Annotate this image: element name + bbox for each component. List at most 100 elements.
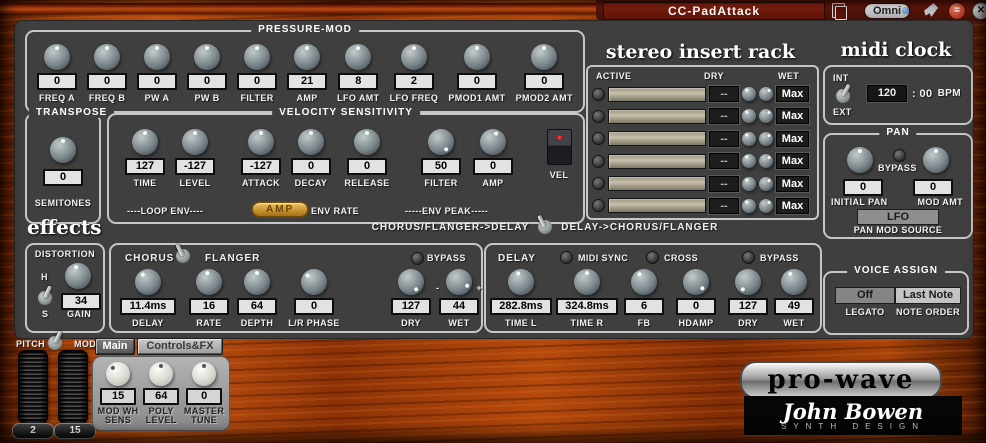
- vel-amp-knob[interactable]: [480, 129, 506, 155]
- rack-wet-knob-1[interactable]: [759, 87, 773, 101]
- initial-pan-knob[interactable]: [847, 147, 873, 173]
- lfo-amt-knob[interactable]: [345, 44, 372, 70]
- rack-slot-4[interactable]: [608, 153, 706, 169]
- rack-active-led-2[interactable]: [592, 109, 605, 123]
- delay-hdamp-knob[interactable]: [683, 269, 709, 295]
- pw-a-knob[interactable]: [144, 44, 171, 70]
- cross-led[interactable]: [646, 251, 659, 264]
- transpose-knob[interactable]: [50, 137, 76, 163]
- rack-dry-1[interactable]: --: [709, 86, 739, 102]
- rack-dry-2[interactable]: --: [709, 108, 739, 125]
- pitch-mod-toggle[interactable]: [47, 330, 63, 350]
- rack-dry-3[interactable]: --: [709, 130, 739, 147]
- rack-wet-knob-4[interactable]: [759, 154, 773, 169]
- delay-wet-knob[interactable]: [781, 269, 807, 295]
- mod-wh-sens-knob[interactable]: [106, 362, 131, 386]
- lfo-freq-knob[interactable]: [400, 44, 427, 70]
- tab-controls-fx[interactable]: Controls&FX: [137, 338, 223, 355]
- chorus-lrphase-knob[interactable]: [301, 269, 327, 295]
- chorus-flanger-toggle[interactable]: [175, 243, 191, 263]
- rack-slot-1[interactable]: [608, 86, 706, 102]
- chorus-depth-knob[interactable]: [244, 269, 270, 295]
- int-ext-toggle[interactable]: [835, 83, 851, 103]
- rack-slot-2[interactable]: [608, 108, 706, 124]
- rack-slot-5[interactable]: [608, 176, 706, 192]
- rack-active-led-4[interactable]: [592, 154, 605, 168]
- vel-time-knob[interactable]: [132, 129, 158, 155]
- bpm-value[interactable]: 120: [867, 85, 907, 102]
- note-order-display[interactable]: Last Note: [895, 287, 961, 304]
- rack-wet-3[interactable]: Max: [776, 130, 809, 147]
- pitch-range-display[interactable]: 2: [12, 423, 54, 439]
- patch-name-display[interactable]: CC-PadAttack: [603, 2, 825, 20]
- chorus-delay-knob[interactable]: [135, 269, 161, 295]
- rack-dry-6[interactable]: --: [709, 197, 739, 214]
- fx-routing-toggle[interactable]: [537, 214, 553, 234]
- rack-wet-knob-2[interactable]: [759, 109, 773, 124]
- tab-main[interactable]: Main: [95, 338, 135, 355]
- rack-dry-knob-1[interactable]: [742, 87, 756, 101]
- vel-filter-knob[interactable]: [428, 129, 454, 155]
- rack-wet-4[interactable]: Max: [776, 153, 809, 170]
- delay-timer-knob[interactable]: [574, 269, 600, 295]
- rack-wet-knob-6[interactable]: [759, 198, 773, 213]
- master-tune-knob[interactable]: [192, 362, 217, 386]
- rack-wet-knob-5[interactable]: [759, 176, 773, 191]
- rack-slot-3[interactable]: [608, 131, 706, 147]
- rack-dry-knob-3[interactable]: [742, 131, 756, 146]
- rack-dry-knob-6[interactable]: [742, 198, 756, 213]
- rack-active-led-3[interactable]: [592, 132, 605, 146]
- pin-icon[interactable]: [924, 3, 938, 17]
- chorus-dry-knob[interactable]: [398, 269, 424, 295]
- vel-filter-value: 50: [421, 158, 461, 175]
- pw-b-knob[interactable]: [194, 44, 221, 70]
- rack-wet-1[interactable]: Max: [776, 86, 809, 102]
- poly-level-knob[interactable]: [149, 362, 174, 386]
- rack-active-led-6[interactable]: [592, 199, 605, 213]
- vel-attack-knob[interactable]: [248, 129, 274, 155]
- delay-dry-knob[interactable]: [735, 269, 761, 295]
- distortion-hs-toggle[interactable]: [37, 285, 53, 305]
- legato-display[interactable]: Off: [835, 287, 895, 304]
- pm-amp-knob[interactable]: [294, 44, 321, 70]
- rack-dry-5[interactable]: --: [709, 175, 739, 192]
- rack-active-led-5[interactable]: [592, 177, 605, 191]
- freq-a-knob[interactable]: [44, 44, 71, 70]
- rack-wet-6[interactable]: Max: [776, 197, 809, 214]
- rack-wet-knob-3[interactable]: [759, 131, 773, 146]
- vel-release-knob[interactable]: [354, 129, 380, 155]
- vel-decay-knob[interactable]: [298, 129, 324, 155]
- amp-mode-button[interactable]: AMP: [251, 201, 310, 218]
- delay-timel-knob[interactable]: [508, 269, 534, 295]
- rack-dry-4[interactable]: --: [709, 153, 739, 170]
- rack-dry-knob-5[interactable]: [742, 176, 756, 191]
- minimize-button[interactable]: =: [948, 2, 966, 20]
- pan-mod-amt-knob[interactable]: [923, 147, 949, 173]
- mod-wheel[interactable]: [58, 350, 88, 424]
- vel-switch[interactable]: [546, 129, 572, 165]
- pan-bypass-led[interactable]: [893, 149, 906, 162]
- pmod1-amt-knob[interactable]: [463, 44, 490, 70]
- midi-sync-led[interactable]: [560, 251, 573, 264]
- freq-b-knob[interactable]: [94, 44, 121, 70]
- vel-level-knob[interactable]: [182, 129, 208, 155]
- rack-active-led-1[interactable]: [592, 87, 605, 101]
- pm-filter-knob[interactable]: [244, 44, 271, 70]
- pmod2-amt-knob[interactable]: [531, 44, 558, 70]
- delay-fb-knob[interactable]: [631, 269, 657, 295]
- copy-pages-icon[interactable]: [832, 3, 847, 20]
- close-button[interactable]: ✕: [972, 2, 986, 20]
- rack-dry-knob-4[interactable]: [742, 154, 756, 169]
- chorus-wet-knob[interactable]: [446, 269, 472, 295]
- rack-dry-knob-2[interactable]: [742, 109, 756, 124]
- rack-wet-5[interactable]: Max: [776, 175, 809, 192]
- distortion-gain-knob[interactable]: [65, 263, 91, 289]
- chorus-rate-knob[interactable]: [196, 269, 222, 295]
- rack-slot-6[interactable]: [608, 198, 706, 214]
- pan-mod-source-display[interactable]: LFO: [857, 209, 939, 225]
- chorus-bypass-led[interactable]: [411, 252, 424, 265]
- mod-range-display[interactable]: 15: [54, 423, 96, 439]
- delay-bypass-led[interactable]: [742, 251, 755, 264]
- rack-wet-2[interactable]: Max: [776, 108, 809, 125]
- pitch-wheel[interactable]: [18, 350, 48, 424]
